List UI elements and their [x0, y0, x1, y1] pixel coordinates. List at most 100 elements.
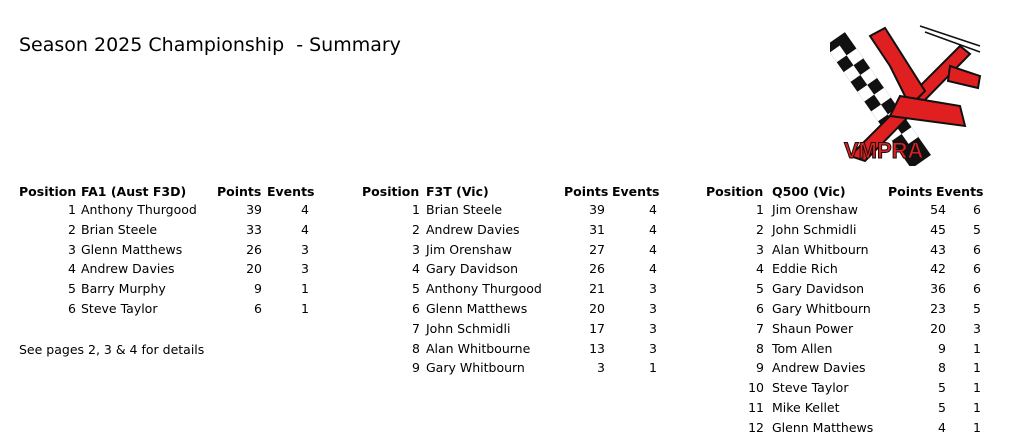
row-name: John Schmidli [772, 221, 857, 237]
row-events: 6 [973, 241, 981, 257]
row-position: 10 [748, 380, 764, 396]
table-row: 6 Steve Taylor 6 1 [19, 299, 319, 319]
table-row: 12 Glenn Matthews 4 1 [706, 418, 1006, 438]
row-name: Mike Kellet [772, 399, 840, 415]
row-position: 5 [412, 281, 420, 297]
row-position: 3 [756, 241, 764, 257]
row-points: 5 [938, 399, 946, 415]
row-events: 1 [301, 281, 309, 297]
row-name: John Schmidli [426, 320, 511, 336]
row-points: 20 [930, 320, 946, 336]
row-name: Jim Orenshaw [772, 202, 858, 217]
row-points: 3 [597, 360, 605, 376]
row-position: 2 [756, 221, 764, 237]
row-position: 2 [68, 221, 76, 237]
table-row: 2 Brian Steele 33 4 [19, 220, 319, 240]
page-title: Season 2025 Championship - Summary [19, 34, 401, 56]
row-events: 4 [301, 221, 309, 237]
row-points: 39 [589, 202, 605, 217]
table-header: Position Q500 (Vic) Points Events [706, 182, 1006, 200]
row-points: 27 [589, 241, 605, 257]
plane-logo-icon: VMPRA [830, 25, 982, 166]
header-events: Events [612, 184, 660, 199]
row-events: 3 [649, 281, 657, 297]
row-position: 8 [412, 340, 420, 356]
row-events: 1 [973, 360, 981, 376]
table-q500: Position Q500 (Vic) Points Events 1 Jim Orens… [706, 182, 1006, 438]
row-name: Andrew Davies [426, 221, 520, 237]
row-events: 4 [649, 261, 657, 277]
table-row: 1 Anthony Thurgood 39 4 [19, 200, 319, 220]
row-name: Alan Whitbourn [772, 241, 869, 257]
row-events: 1 [973, 380, 981, 396]
table-row: 2 John Schmidli 45 5 [706, 220, 1006, 240]
table-row: 4 Eddie Rich 42 6 [706, 259, 1006, 279]
row-name: Brian Steele [426, 202, 503, 217]
row-events: 6 [973, 202, 981, 217]
header-class: FA1 (Aust F3D) [81, 184, 187, 199]
row-events: 1 [973, 399, 981, 415]
row-name: Gary Davidson [426, 261, 519, 277]
row-events: 6 [973, 281, 981, 297]
row-events: 6 [973, 261, 981, 277]
table-row: 3 Alan Whitbourn 43 6 [706, 240, 1006, 260]
row-name: Anthony Thurgood [426, 281, 542, 297]
row-name: Gary Davidson [772, 281, 865, 297]
table-header: Position F3T (Vic) Points Events [362, 182, 662, 200]
row-name: Andrew Davies [772, 360, 866, 376]
row-name: Glenn Matthews [426, 300, 528, 316]
row-events: 4 [649, 241, 657, 257]
row-name: Gary Whitbourn [426, 360, 525, 376]
row-points: 6 [254, 300, 262, 316]
row-points: 17 [589, 320, 605, 336]
row-position: 1 [412, 202, 420, 217]
table-row: 2 Andrew Davies 31 4 [362, 220, 662, 240]
table-row: 5 Gary Davidson 36 6 [706, 279, 1006, 299]
row-name: Alan Whitbourne [426, 340, 531, 356]
row-position: 1 [68, 202, 76, 217]
row-position: 5 [756, 281, 764, 297]
header-points: Points [564, 184, 609, 199]
row-position: 6 [756, 300, 764, 316]
table-row: 5 Barry Murphy 9 1 [19, 279, 319, 299]
row-events: 1 [301, 300, 309, 316]
table-row: 1 Brian Steele 39 4 [362, 200, 662, 220]
table-row: 3 Jim Orenshaw 27 4 [362, 240, 662, 260]
table-row: 4 Gary Davidson 26 4 [362, 259, 662, 279]
table-row: 7 Shaun Power 20 3 [706, 319, 1006, 339]
row-name: Steve Taylor [81, 300, 158, 316]
row-points: 5 [938, 380, 946, 396]
row-events: 5 [973, 300, 981, 316]
row-position: 4 [412, 261, 420, 277]
header-points: Points [217, 184, 262, 199]
row-position: 12 [748, 419, 764, 435]
table-row: 9 Gary Whitbourn 3 1 [362, 358, 662, 378]
row-position: 3 [412, 241, 420, 257]
row-position: 4 [756, 261, 764, 277]
row-name: Anthony Thurgood [81, 202, 197, 217]
header-events: Events [267, 184, 315, 199]
row-name: Andrew Davies [81, 261, 175, 277]
row-name: Glenn Matthews [772, 419, 874, 435]
row-position: 7 [756, 320, 764, 336]
table-row: 4 Andrew Davies 20 3 [19, 259, 319, 279]
header-points: Points [888, 184, 933, 199]
table-f3t: Position F3T (Vic) Points Events 1 Brian Stee… [362, 182, 662, 378]
header-position: Position [19, 184, 77, 199]
row-points: 21 [589, 281, 605, 297]
table-row: 11 Mike Kellet 5 1 [706, 398, 1006, 418]
row-position: 1 [756, 202, 764, 217]
table-row: 1 Jim Orenshaw 54 6 [706, 200, 1006, 220]
row-points: 54 [930, 202, 946, 217]
row-events: 1 [649, 360, 657, 376]
header-position: Position [362, 184, 420, 199]
table-row: 8 Tom Allen 9 1 [706, 339, 1006, 359]
row-name: Gary Whitbourn [772, 300, 871, 316]
row-name: Shaun Power [772, 320, 854, 336]
table-row: 7 John Schmidli 17 3 [362, 319, 662, 339]
row-events: 5 [973, 221, 981, 237]
row-points: 26 [246, 241, 262, 257]
row-position: 6 [68, 300, 76, 316]
table-row: 5 Anthony Thurgood 21 3 [362, 279, 662, 299]
row-events: 3 [973, 320, 981, 336]
